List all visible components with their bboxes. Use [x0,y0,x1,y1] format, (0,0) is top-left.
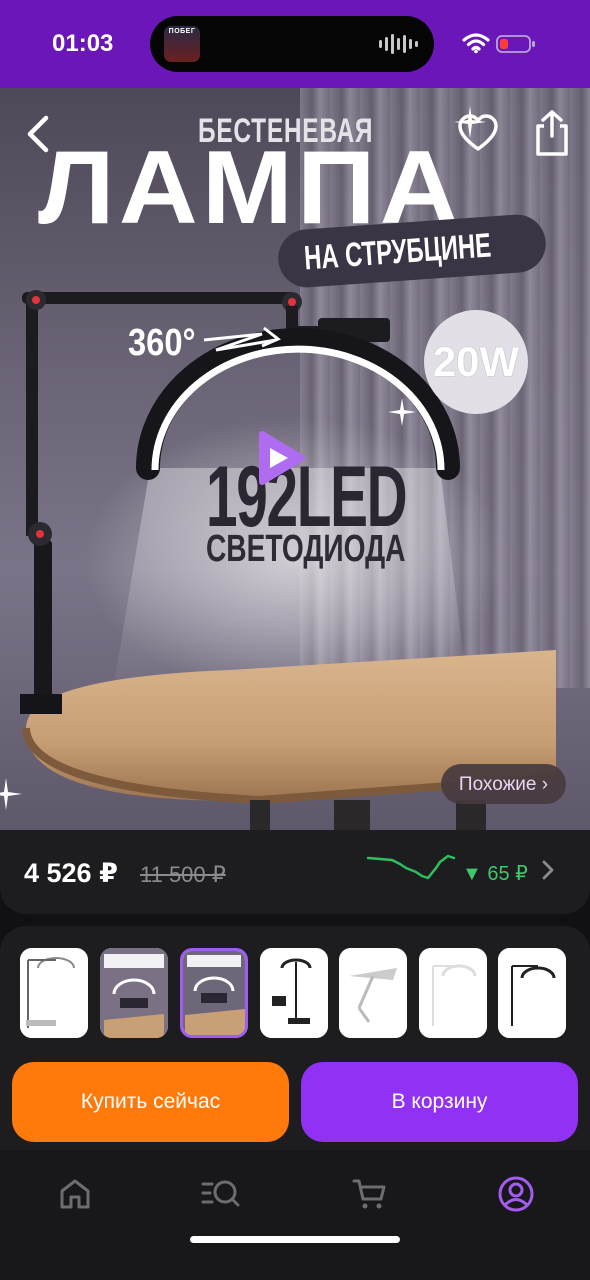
add-to-cart-label: В корзину [391,1090,488,1113]
thumbnail[interactable] [498,948,566,1038]
status-bar: 01:03 ПОБЕГ [0,0,590,88]
chevron-right-icon[interactable] [540,858,556,882]
thumbnail[interactable] [20,948,88,1038]
thumbnail-selected[interactable] [180,948,248,1038]
thumbnail[interactable] [100,948,168,1038]
product-image-gallery[interactable]: БЕСТЕНЕВАЯ ЛАМПА НА СТРУБЦИНЕ 360° 20W 1… [0,88,590,830]
now-playing-thumbnail-text: ПОБЕГ [168,28,196,35]
similar-products-label: Похожие › [458,774,549,795]
led-subtitle-text: СВЕТОДИОДА [206,528,406,570]
power-badge-text: 20W [432,338,520,385]
add-to-cart-button[interactable]: В корзину [301,1062,578,1142]
status-time: 01:03 [52,30,114,57]
buy-now-button[interactable]: Купить сейчас [12,1062,289,1142]
profile-icon[interactable] [496,1174,536,1214]
heart-icon[interactable] [456,112,500,156]
wifi-icon [462,33,490,54]
similar-products-button[interactable]: Похожие › [441,764,566,804]
rotation-label: 360° [128,322,196,364]
dynamic-island[interactable]: ПОБЕГ [150,16,434,72]
battery-icon [496,35,535,53]
thumbnail[interactable] [419,948,487,1038]
play-video-icon[interactable] [252,428,308,488]
thumbnail[interactable] [339,948,407,1038]
buy-now-label: Купить сейчас [80,1090,221,1113]
price-drop: ▼ 65 ₽ [462,863,528,885]
current-price: 4 526 ₽ [24,858,118,888]
share-icon[interactable] [530,108,574,158]
power-badge: 20W [424,310,528,414]
image-tag-text: НА СТРУБЦИНЕ [302,226,493,278]
back-icon[interactable] [18,110,62,158]
now-playing-thumbnail: ПОБЕГ [164,26,200,62]
old-price: 11 500 ₽ [140,862,226,887]
cart-icon[interactable] [350,1174,390,1214]
thumbnail[interactable] [260,948,328,1038]
home-icon[interactable] [55,1174,95,1214]
price-row[interactable]: 4 526 ₽ 11 500 ₽ ▼ 65 ₽ [0,830,590,914]
tab-bar [0,1150,590,1280]
audio-waveform-icon [379,34,418,54]
home-indicator [190,1236,400,1243]
catalog-search-icon[interactable] [200,1174,240,1214]
price-history-icon[interactable] [366,852,456,886]
